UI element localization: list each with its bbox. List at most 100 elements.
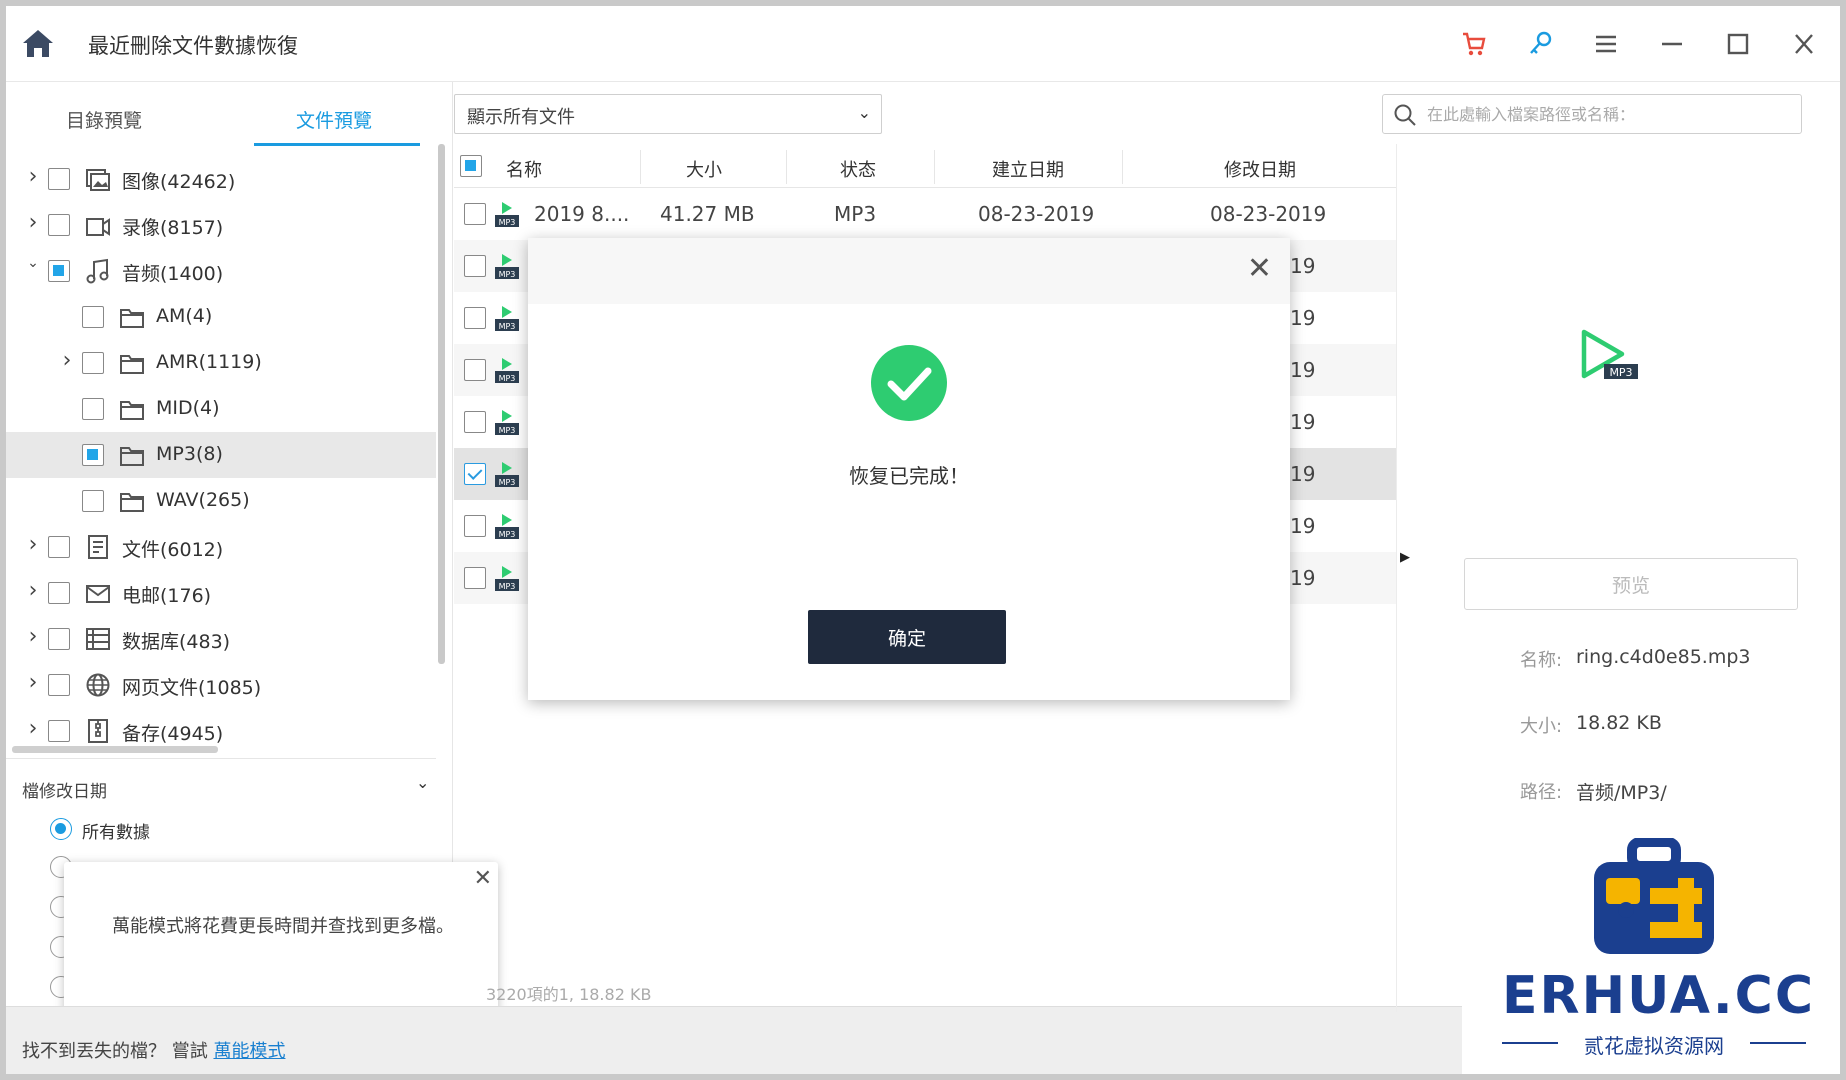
tree-item-label: MP3(8) xyxy=(156,443,223,465)
cell-modified: 19 xyxy=(1290,358,1316,382)
tree-checkbox[interactable] xyxy=(48,260,70,282)
tree-checkbox[interactable] xyxy=(82,398,104,420)
tree-item[interactable]: MP3(8) xyxy=(6,432,436,478)
search-box[interactable] xyxy=(1382,94,1802,134)
tree-item[interactable]: › 文件(6012) xyxy=(6,524,436,570)
dialog-header: ✕ xyxy=(528,238,1290,304)
tree-checkbox[interactable] xyxy=(82,490,104,512)
tree-checkbox[interactable] xyxy=(48,674,70,696)
watermark-brand: ERHUA.CC xyxy=(1502,966,1815,1026)
svg-text:MP3: MP3 xyxy=(499,218,516,227)
row-checkbox[interactable] xyxy=(464,567,486,589)
tree-horizontal-scrollbar[interactable] xyxy=(12,746,218,753)
preview-button[interactable]: 预览 xyxy=(1464,558,1798,610)
chevron-right-icon[interactable]: › xyxy=(26,580,40,602)
tooltip-close-icon[interactable]: ✕ xyxy=(474,866,492,891)
cell-modified: 19 xyxy=(1290,306,1316,330)
chevron-right-icon[interactable]: › xyxy=(60,350,74,372)
tree-checkbox[interactable] xyxy=(48,214,70,236)
svg-text:MP3: MP3 xyxy=(499,426,516,435)
tree-item[interactable]: › 图像(42462) xyxy=(6,156,436,202)
tree-checkbox[interactable] xyxy=(82,444,104,466)
deep-scan-link[interactable]: 萬能模式 xyxy=(213,1041,285,1062)
tree-checkbox[interactable] xyxy=(48,628,70,650)
tree-item[interactable]: AM(4) xyxy=(6,294,436,340)
chevron-down-icon[interactable]: ⌄ xyxy=(26,256,40,270)
menu-icon[interactable] xyxy=(1590,28,1622,60)
row-checkbox[interactable] xyxy=(464,203,486,225)
tree-checkbox[interactable] xyxy=(82,352,104,374)
column-separator xyxy=(640,150,641,184)
row-checkbox[interactable] xyxy=(464,255,486,277)
chevron-right-icon[interactable]: › xyxy=(26,672,40,694)
search-input[interactable] xyxy=(1427,99,1787,129)
tree-vertical-scrollbar[interactable] xyxy=(438,144,445,664)
col-name[interactable]: 名称 xyxy=(506,156,542,182)
meta-name-label: 名称: xyxy=(1520,650,1563,671)
key-icon[interactable] xyxy=(1524,28,1556,60)
row-checkbox[interactable] xyxy=(464,411,486,433)
tree-item[interactable]: › 网页文件(1085) xyxy=(6,662,436,708)
date-filter-header[interactable]: 檔修改日期 ⌄ xyxy=(6,758,436,810)
cart-icon[interactable] xyxy=(1458,28,1490,60)
tree-item[interactable]: › 电邮(176) xyxy=(6,570,436,616)
tree-checkbox[interactable] xyxy=(48,582,70,604)
status-text: 3220項的1, 18.82 KB xyxy=(486,985,652,1004)
cell-name: 2019 8.... xyxy=(534,202,630,226)
chevron-down-icon[interactable]: ⌄ xyxy=(416,773,429,792)
cell-modified: 19 xyxy=(1290,462,1316,486)
col-size[interactable]: 大小 xyxy=(686,156,722,182)
minimize-icon[interactable] xyxy=(1656,28,1688,60)
row-checkbox[interactable] xyxy=(464,359,486,381)
cell-modified: 19 xyxy=(1290,254,1316,278)
file-filter-dropdown[interactable]: 顯示所有文件 ⌄ xyxy=(454,94,882,134)
tree-item[interactable]: WAV(265) xyxy=(6,478,436,524)
collapse-arrow-icon[interactable]: ▶ xyxy=(1400,550,1410,565)
select-all-checkbox[interactable] xyxy=(460,155,482,177)
tree-item-label: 数据库(483) xyxy=(122,631,231,653)
tree-checkbox[interactable] xyxy=(48,720,70,742)
row-checkbox[interactable] xyxy=(464,463,486,485)
tree-item[interactable]: MID(4) xyxy=(6,386,436,432)
radio-all-data[interactable] xyxy=(50,818,72,840)
tree-item[interactable]: › 录像(8157) xyxy=(6,202,436,248)
tab-directory-preview[interactable]: 目錄預覽 xyxy=(66,106,142,133)
folder-icon xyxy=(118,349,146,377)
tree-checkbox[interactable] xyxy=(82,306,104,328)
ok-button[interactable]: 确定 xyxy=(808,610,1006,664)
success-check-icon xyxy=(871,345,947,421)
app-title: 最近刪除文件數據恢復 xyxy=(88,34,298,58)
meta-path-label: 路径: xyxy=(1520,782,1563,803)
table-row[interactable]: MP3 2019 8.... 41.27 MB MP3 08-23-2019 0… xyxy=(454,188,1396,240)
tab-file-preview[interactable]: 文件預覽 xyxy=(296,106,372,133)
col-modified[interactable]: 修改日期 xyxy=(1224,156,1296,182)
tree-item[interactable]: ⌄ 音频(1400) xyxy=(6,248,436,294)
home-icon[interactable] xyxy=(20,26,56,60)
cell-modified: 19 xyxy=(1290,566,1316,590)
tree-item[interactable]: › 数据库(483) xyxy=(6,616,436,662)
chevron-right-icon[interactable]: › xyxy=(26,166,40,188)
chevron-right-icon[interactable]: › xyxy=(26,212,40,234)
search-icon xyxy=(1394,104,1416,126)
row-checkbox[interactable] xyxy=(464,307,486,329)
dialog-close-icon[interactable]: ✕ xyxy=(1247,254,1272,284)
svg-text:MP3: MP3 xyxy=(499,582,516,591)
svg-text:MP3: MP3 xyxy=(499,374,516,383)
cell-modified: 08-23-2019 xyxy=(1210,202,1327,226)
tree-item[interactable]: › AMR(1119) xyxy=(6,340,436,386)
mp3-file-icon: MP3 xyxy=(495,202,519,227)
chevron-right-icon[interactable]: › xyxy=(26,626,40,648)
svg-text:MP3: MP3 xyxy=(499,270,516,279)
chevron-right-icon[interactable]: › xyxy=(26,718,40,740)
row-checkbox[interactable] xyxy=(464,515,486,537)
svg-text:MP3: MP3 xyxy=(1609,366,1632,379)
chevron-right-icon[interactable]: › xyxy=(26,534,40,556)
maximize-icon[interactable] xyxy=(1722,28,1754,60)
meta-path-value: 音频/MP3/ xyxy=(1576,782,1667,804)
close-icon[interactable] xyxy=(1788,28,1820,60)
tree-checkbox[interactable] xyxy=(48,168,70,190)
col-status[interactable]: 状态 xyxy=(840,156,876,182)
col-created[interactable]: 建立日期 xyxy=(992,156,1064,182)
tree-item-label: 音频(1400) xyxy=(122,263,224,285)
tree-checkbox[interactable] xyxy=(48,536,70,558)
